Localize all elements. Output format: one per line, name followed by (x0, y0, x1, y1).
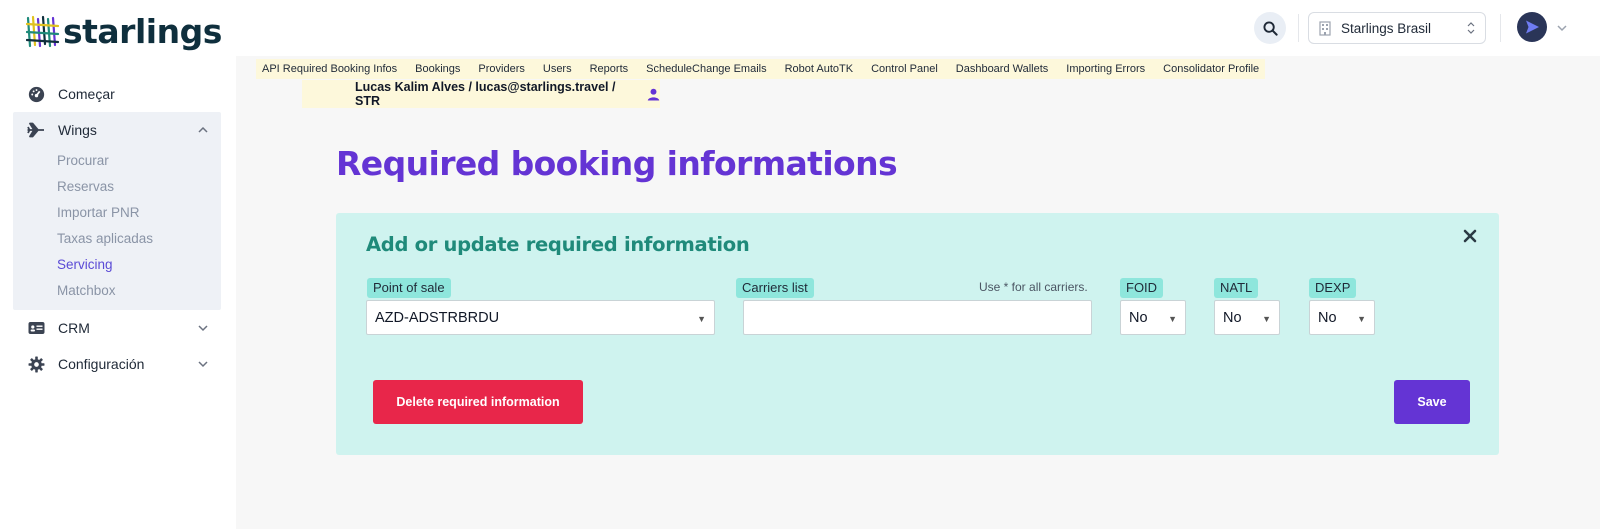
dexp-value: No (1318, 309, 1337, 326)
sidebar-subitem-procurar[interactable]: Procurar (13, 148, 221, 174)
close-icon (1463, 229, 1477, 243)
carriers-list-input[interactable] (743, 300, 1092, 335)
chevron-up-icon[interactable] (197, 124, 209, 136)
required-info-form: Add or update required information Point… (336, 213, 1499, 455)
foid-select[interactable]: No ▼ (1120, 300, 1186, 335)
form-title: Add or update required information (366, 233, 750, 256)
point-of-sale-value: AZD-ADSTRBRDU (375, 309, 500, 326)
sidebar-item-label: CRM (58, 320, 90, 336)
tab-consolidator-profile[interactable]: Consolidator Profile (1163, 63, 1259, 75)
brand-name: starlings (63, 12, 222, 51)
organization-name: Starlings Brasil (1341, 20, 1432, 36)
tab-schedulechange-emails[interactable]: ScheduleChange Emails (646, 63, 766, 75)
dexp-select[interactable]: No ▼ (1309, 300, 1375, 335)
sidebar-subitem-importar-pnr[interactable]: Importar PNR (13, 200, 221, 226)
foid-label: FOID (1120, 278, 1164, 298)
avatar[interactable] (1517, 12, 1547, 42)
sidebar-item-comecar[interactable]: Começar (13, 76, 221, 112)
tab-robot-autotk[interactable]: Robot AutoTK (785, 63, 854, 75)
delete-required-info-button[interactable]: Delete required information (373, 380, 583, 424)
search-button[interactable] (1254, 12, 1286, 44)
carriers-hint: Use * for all carriers. (979, 280, 1088, 294)
app: starlings Começar Wings Procurar Reserva (0, 0, 1600, 529)
sidebar-item-label: Wings (58, 122, 97, 138)
sidebar-item-wings[interactable]: Wings (13, 112, 221, 148)
search-icon (1262, 20, 1278, 36)
sidebar-group-wings: Wings Procurar Reservas Importar PNR Tax… (13, 112, 221, 310)
gear-icon (27, 355, 45, 373)
user-icon (647, 88, 660, 101)
topbar-divider (1298, 14, 1299, 42)
tab-providers[interactable]: Providers (478, 63, 524, 75)
dexp-label: DEXP (1309, 278, 1357, 298)
caret-down-icon: ▼ (1357, 314, 1366, 324)
sidebar-subitem-reservas[interactable]: Reservas (13, 174, 221, 200)
send-icon (1526, 20, 1539, 34)
save-button[interactable]: Save (1394, 380, 1470, 424)
dashboard-icon (27, 85, 45, 103)
plane-icon (27, 121, 45, 139)
current-user-text: Lucas Kalim Alves / lucas@starlings.trav… (355, 80, 616, 108)
sidebar-subitem-servicing[interactable]: Servicing (13, 252, 221, 278)
organization-select[interactable]: Starlings Brasil (1308, 12, 1486, 44)
foid-value: No (1129, 309, 1148, 326)
tab-reports[interactable]: Reports (590, 63, 629, 75)
admin-tabs: API Required Booking Infos Bookings Prov… (256, 59, 1266, 79)
natl-select[interactable]: No ▼ (1214, 300, 1280, 335)
chevron-down-icon[interactable] (1556, 22, 1568, 34)
sidebar-item-label: Começar (58, 86, 115, 102)
starlings-logo-icon (26, 15, 60, 48)
caret-down-icon: ▼ (1262, 314, 1271, 324)
sidebar: starlings Começar Wings Procurar Reserva (0, 0, 236, 529)
select-arrows-icon (1467, 22, 1475, 34)
point-of-sale-select[interactable]: AZD-ADSTRBRDU ▼ (366, 300, 715, 335)
chevron-down-icon[interactable] (197, 322, 209, 334)
caret-down-icon: ▼ (1168, 314, 1177, 324)
natl-value: No (1223, 309, 1242, 326)
id-card-icon (27, 319, 45, 337)
building-icon (1319, 20, 1331, 36)
chevron-down-icon[interactable] (197, 358, 209, 370)
close-button[interactable] (1461, 227, 1479, 245)
tab-importing-errors[interactable]: Importing Errors (1066, 63, 1145, 75)
sidebar-nav: Começar Wings Procurar Reservas Importar… (13, 76, 221, 382)
sidebar-subitem-taxas-aplicadas[interactable]: Taxas aplicadas (13, 226, 221, 252)
page-title: Required booking informations (336, 144, 898, 183)
point-of-sale-label: Point of sale (367, 278, 451, 298)
tab-users[interactable]: Users (543, 63, 572, 75)
natl-label: NATL (1214, 278, 1259, 298)
caret-down-icon: ▼ (697, 314, 706, 324)
current-user-line: Lucas Kalim Alves / lucas@starlings.trav… (302, 80, 660, 108)
tab-control-panel[interactable]: Control Panel (871, 63, 938, 75)
logo[interactable]: starlings (26, 12, 222, 52)
carriers-list-label: Carriers list (736, 278, 814, 298)
tab-bookings[interactable]: Bookings (415, 63, 460, 75)
sidebar-item-label: Configuración (58, 356, 145, 372)
tab-api-required-booking-infos[interactable]: API Required Booking Infos (262, 63, 397, 75)
tab-dashboard-wallets[interactable]: Dashboard Wallets (956, 63, 1049, 75)
sidebar-subitem-matchbox[interactable]: Matchbox (13, 278, 221, 304)
sidebar-item-configuracion[interactable]: Configuración (13, 346, 221, 382)
sidebar-item-crm[interactable]: CRM (13, 310, 221, 346)
topbar-divider (1500, 14, 1501, 42)
